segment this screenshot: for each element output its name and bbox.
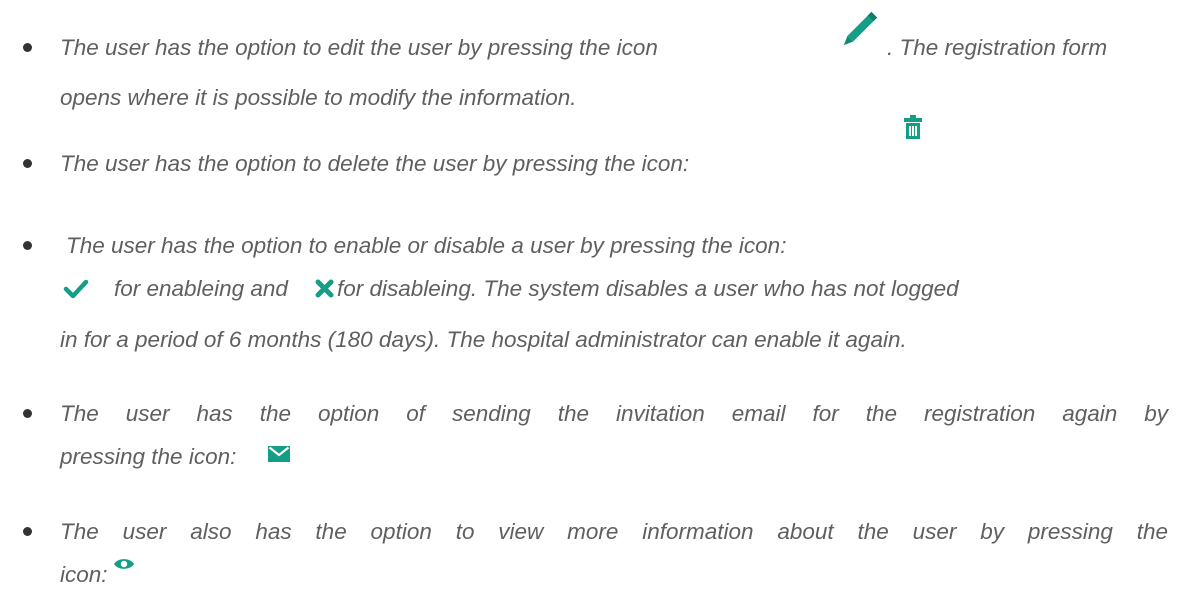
view-text-line-2: icon: (60, 562, 108, 587)
bullet (23, 241, 32, 250)
invitation-text-line-2: pressing the icon: (60, 444, 237, 469)
check-icon (63, 279, 89, 299)
edit-text-line-1: The user has the option to edit the user… (60, 35, 658, 60)
enable-text-line-1: The user has the option to enable or dis… (66, 233, 787, 258)
envelope-icon (268, 446, 290, 462)
bullet (23, 409, 32, 418)
bullet (23, 159, 32, 168)
enable-text-line-2b: for disableing. The system disables a us… (337, 276, 959, 301)
view-text-line-1: The user also has the option to view mor… (60, 519, 1168, 544)
bullet (23, 527, 32, 536)
edit-text-line-1-tail: . The registration form (887, 35, 1108, 60)
eye-icon (114, 559, 134, 569)
instruction-list: The user has the option to edit the user… (0, 0, 1187, 600)
pencil-icon (843, 11, 878, 46)
enable-text-line-2a: for enableing and (114, 276, 288, 301)
invitation-text-line-1: The user has the option of sending the i… (60, 401, 1168, 426)
trash-icon (904, 115, 922, 139)
x-icon (315, 279, 334, 298)
enable-text-line-3: in for a period of 6 months (180 days). … (60, 327, 907, 352)
delete-text-line: The user has the option to delete the us… (60, 151, 690, 176)
edit-text-line-2: opens where it is possible to modify the… (60, 85, 577, 110)
bullet (23, 43, 32, 52)
